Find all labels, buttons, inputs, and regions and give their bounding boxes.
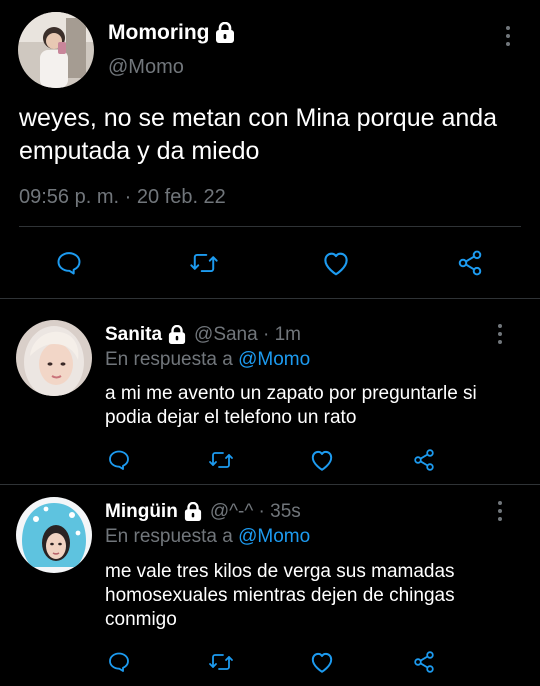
retweet-icon[interactable]	[187, 246, 221, 280]
share-icon[interactable]	[407, 645, 441, 679]
reply-icon[interactable]	[102, 645, 136, 679]
lock-icon	[168, 325, 186, 345]
reply-text: a mi me avento un zapato por preguntarle…	[105, 383, 477, 428]
more-vertical-icon[interactable]	[488, 319, 512, 349]
heart-icon[interactable]	[305, 443, 339, 477]
lock-icon	[184, 502, 202, 522]
divider	[0, 484, 540, 485]
reply-handle-time[interactable]: @^-^ · 35s	[210, 501, 301, 523]
author-name-text[interactable]: Momoring	[108, 21, 209, 45]
reply-handle-time[interactable]: @Sana · 1m	[194, 324, 301, 346]
lock-icon	[215, 22, 235, 44]
divider	[19, 226, 521, 227]
more-vertical-icon[interactable]	[488, 496, 512, 526]
reply-context-prefix: En respuesta a	[105, 526, 233, 547]
reply-mention-link[interactable]: @Momo	[238, 349, 310, 370]
reply-author[interactable]: Sanita @Sana · 1m	[105, 324, 301, 346]
reply-author-name[interactable]: Mingüin	[105, 501, 178, 523]
tweet-text: weyes, no se metan con Mina porque anda …	[19, 104, 498, 165]
reply-author[interactable]: Mingüin @^-^ · 35s	[105, 501, 301, 523]
tweet-timestamp[interactable]: 09:56 p. m. · 20 feb. 22	[19, 186, 226, 209]
share-icon[interactable]	[407, 443, 441, 477]
reply-context-prefix: En respuesta a	[105, 349, 233, 370]
more-vertical-icon[interactable]	[496, 21, 520, 51]
divider	[0, 298, 540, 299]
reply-context: En respuesta a @Momo	[105, 526, 310, 548]
reply-icon[interactable]	[52, 246, 86, 280]
reply-icon[interactable]	[102, 443, 136, 477]
reply-text: me vale tres kilos de verga sus mamadas …	[105, 561, 455, 630]
author-handle[interactable]: @Momo	[108, 56, 184, 79]
author-avatar[interactable]	[18, 12, 94, 88]
heart-icon[interactable]	[305, 645, 339, 679]
reply-avatar[interactable]	[16, 320, 92, 396]
share-icon[interactable]	[453, 246, 487, 280]
reply-avatar[interactable]	[16, 497, 92, 573]
reply-author-name[interactable]: Sanita	[105, 324, 162, 346]
retweet-icon[interactable]	[204, 645, 238, 679]
retweet-icon[interactable]	[204, 443, 238, 477]
heart-icon[interactable]	[319, 246, 353, 280]
author-name[interactable]: Momoring	[108, 21, 235, 45]
reply-context: En respuesta a @Momo	[105, 349, 310, 371]
reply-mention-link[interactable]: @Momo	[238, 526, 310, 547]
